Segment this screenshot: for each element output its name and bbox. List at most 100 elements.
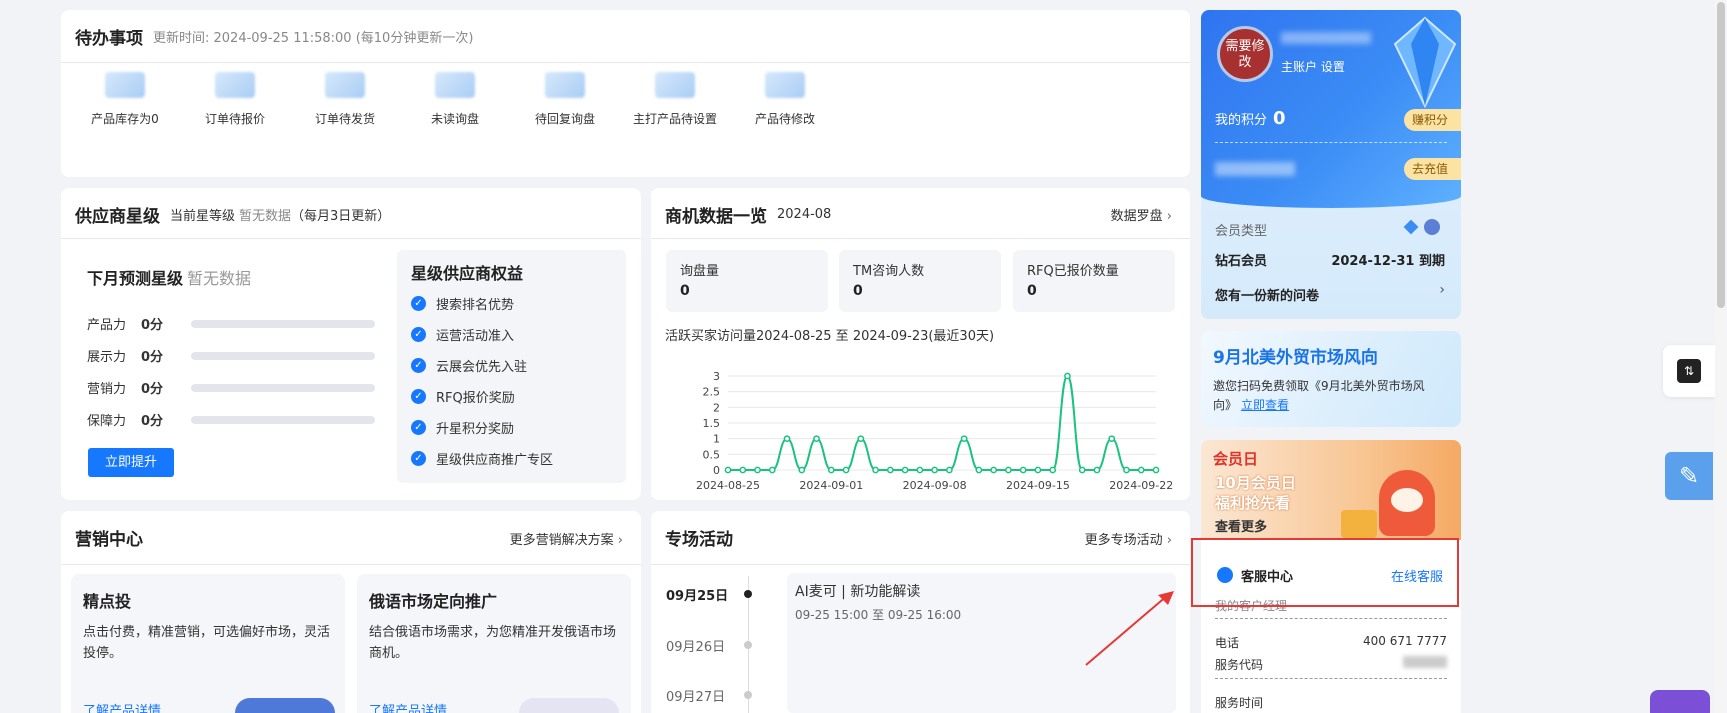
member-type-label: 会员类型 [1215, 224, 1268, 239]
todo-label: 待回复询盘 [534, 112, 595, 126]
todo-icon [545, 72, 585, 98]
edit-icon[interactable]: ✎ [1665, 452, 1713, 500]
main-account-setting[interactable]: 主账户 设置 [1281, 58, 1345, 75]
x-tick-label: 2024-09-22 [1109, 479, 1173, 492]
diamond-icon [1393, 16, 1457, 109]
stat-inquiries: 询盘量 0 [666, 250, 828, 312]
data-point [990, 466, 998, 474]
cta-button[interactable] [519, 698, 619, 713]
data-point [1049, 466, 1057, 474]
x-tick-label: 2024-09-15 [1006, 479, 1070, 492]
data-point [857, 435, 865, 443]
points-value: 0 [1273, 108, 1286, 129]
score-label: 产品力 [87, 318, 127, 333]
todo-item[interactable]: 订单待发货 [290, 72, 400, 127]
account-panel: 需要修改 主账户 设置 我的积分 0 赚积分 去充值 会员类型 钻石会员 202… [1201, 10, 1461, 319]
data-point [783, 435, 791, 443]
todo-item[interactable]: 订单待报价 [180, 72, 290, 127]
todo-icon [655, 72, 695, 98]
timeline-date[interactable]: 09月25日 [666, 585, 728, 604]
earn-points-button[interactable]: 赚积分 [1404, 109, 1461, 131]
scrollbar-thumb[interactable] [1717, 2, 1725, 308]
benefit-label: 星级供应商推广专区 [436, 453, 554, 468]
data-point [901, 466, 909, 474]
stat-label: TM咨询人数 [853, 264, 925, 279]
view-more-link[interactable]: 查看更多 [1215, 516, 1267, 535]
data-point [1093, 466, 1101, 474]
more-activity-link[interactable]: 更多专场活动 [1085, 529, 1172, 548]
score-bar [191, 351, 375, 360]
data-point [960, 435, 968, 443]
score-row: 产品力 0分 [87, 314, 375, 333]
member-day-line1: 10月会员日 [1215, 474, 1296, 492]
promo-market-banner[interactable]: 9月北美外贸市场风向 邀您扫码免费领取《9月北美外贸市场风向》 立即查看 [1201, 331, 1461, 427]
todo-title: 待办事项 [75, 29, 143, 49]
data-point [931, 466, 938, 474]
score-bar [191, 319, 375, 328]
todo-icon [435, 72, 475, 98]
data-point [1005, 466, 1012, 474]
product-detail-link[interactable]: 了解产品详情 [83, 700, 161, 713]
y-tick-label: 2 [713, 401, 720, 414]
recharge-button[interactable]: 去充值 [1404, 158, 1461, 180]
avatar[interactable]: 需要修改 [1217, 26, 1273, 82]
chart-title: 活跃买家访问量2024-08-25 至 2024-09-23(最近30天) [665, 329, 995, 344]
timeline-date[interactable]: 09月26日 [666, 636, 725, 655]
scrollbar-track[interactable] [1715, 0, 1727, 713]
benefit-item: ✓ 运营活动准入 [397, 319, 626, 350]
todo-item[interactable]: 待回复询盘 [510, 72, 620, 127]
score-label: 展示力 [87, 350, 127, 365]
improve-button[interactable]: 立即提升 [88, 448, 174, 477]
timeline-date[interactable]: 09月27日 [666, 686, 725, 705]
mascot-face [1391, 488, 1423, 512]
score-bar [191, 383, 375, 392]
switch-icon: ⇅ [1677, 359, 1701, 383]
benefits-title: 星级供应商权益 [411, 264, 524, 283]
promo-member-day-banner[interactable]: 会员日 10月会员日 福利抢先看 查看更多 [1201, 440, 1461, 540]
marketing-card-item[interactable]: 精点投 点击付费，精准营销，可选偏好市场，灵活投停。 了解产品详情 [71, 574, 345, 713]
data-point [1123, 466, 1130, 474]
chevron-right-icon: › [1439, 282, 1445, 298]
float-switch-button[interactable]: ⇅ [1663, 345, 1715, 397]
survey-link[interactable]: 您有一份新的问卷 [1215, 285, 1319, 304]
star-level-value: 暂无数据 [239, 209, 292, 224]
check-icon: ✓ [411, 327, 426, 342]
star-update-note: （每月3日更新） [291, 209, 391, 224]
marketing-card-item[interactable]: 俄语市场定向推广 结合俄语市场需求，为您精准开发俄语市场商机。 了解产品详情 [357, 574, 631, 713]
view-now-link[interactable]: 立即查看 [1241, 398, 1289, 412]
mascot-float-icon[interactable] [1650, 690, 1710, 713]
phone-row: 电话 400 671 7777 [1215, 634, 1447, 651]
visitor-line-chart: 0 0.5 1 1.5 2 2.5 3 2024-08-25 2024-09-01 2024-09… [696, 370, 1173, 492]
product-detail-link[interactable]: 了解产品详情 [369, 700, 447, 713]
y-tick-label: 2.5 [703, 386, 721, 399]
score-bar [191, 415, 375, 424]
y-tick-label: 1.5 [703, 417, 721, 430]
data-compass-link[interactable]: 数据罗盘 [1111, 205, 1172, 224]
stat-value: 0 [680, 283, 690, 299]
member-day-badge: 会员日 [1213, 450, 1259, 468]
stat-tm-consult: TM咨询人数 0 [839, 250, 1001, 312]
todo-item[interactable]: 主打产品待设置 [620, 72, 730, 127]
todo-item[interactable]: 产品库存为0 [70, 72, 180, 127]
benefit-label: 搜索排名优势 [436, 298, 515, 313]
service-code-label: 服务代码 [1215, 658, 1264, 672]
more-marketing-link[interactable]: 更多营销解决方案 [510, 529, 623, 548]
member-level: 钻石会员 [1215, 254, 1268, 269]
stat-label: 询盘量 [680, 264, 720, 279]
x-tick-label: 2024-09-01 [799, 479, 863, 492]
todo-item[interactable]: 产品待修改 [730, 72, 840, 127]
benefit-item: ✓ 搜索排名优势 [397, 288, 626, 319]
check-icon: ✓ [411, 420, 426, 435]
stat-value: 0 [1027, 283, 1037, 299]
data-point [754, 466, 761, 474]
data-point [1108, 435, 1116, 443]
data-point [1064, 372, 1071, 380]
username-blurred [1281, 32, 1371, 44]
score-value: 0分 [141, 414, 164, 429]
stat-rfq-quoted: RFQ已报价数量 0 [1013, 250, 1175, 312]
member-day-line2: 福利抢先看 [1215, 494, 1291, 512]
cta-button[interactable] [235, 698, 335, 713]
todo-item[interactable]: 未读询盘 [400, 72, 510, 127]
data-point [1034, 466, 1042, 474]
check-icon: ✓ [411, 358, 426, 373]
